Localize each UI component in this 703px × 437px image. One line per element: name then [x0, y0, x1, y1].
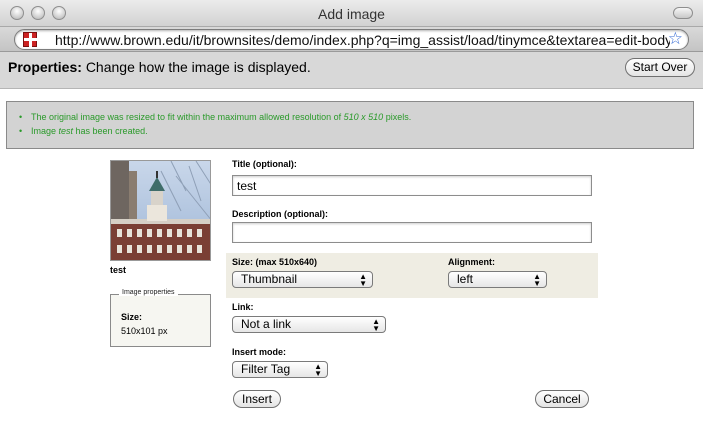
up-down-arrows-icon: ▲ ▼: [372, 317, 380, 333]
properties-subtitle: Change how the image is displayed.: [85, 59, 311, 75]
cancel-button[interactable]: Cancel: [535, 390, 589, 408]
up-down-arrows-icon: ▲ ▼: [533, 272, 541, 288]
size-select-value: Thumbnail: [241, 272, 298, 286]
resize-message: The original image was resized to fit wi…: [19, 110, 693, 124]
properties-bar: Properties: Change how the image is disp…: [0, 52, 703, 89]
image-properties-box: Image properties Size: 510x101 px: [110, 289, 211, 347]
toolbar-toggle-icon[interactable]: [673, 7, 693, 19]
alignment-label: Alignment:: [448, 257, 495, 267]
insert-mode-select[interactable]: Filter Tag ▲ ▼: [232, 361, 328, 378]
address-bar-row: http://www.brown.edu/it/brownsites/demo/…: [0, 27, 703, 52]
up-down-arrows-icon: ▲ ▼: [359, 272, 367, 288]
resolution-value: 510 x 510: [343, 112, 384, 122]
brown-favicon-icon: [23, 32, 38, 48]
title-label: Title (optional):: [232, 159, 297, 169]
alignment-select[interactable]: left ▲ ▼: [448, 271, 547, 288]
insert-button[interactable]: Insert: [233, 390, 281, 408]
window-title: Add image: [318, 6, 385, 22]
image-thumbnail: [110, 160, 211, 261]
size-label: Size:: [121, 312, 143, 322]
url-text[interactable]: http://www.brown.edu/it/brownsites/demo/…: [55, 32, 670, 48]
bookmark-star-icon[interactable]: ☆: [668, 30, 683, 49]
up-down-arrows-icon: ▲ ▼: [314, 362, 322, 378]
status-messages: The original image was resized to fit wi…: [6, 101, 694, 149]
image-name-value: test: [58, 126, 74, 136]
window-titlebar: Add image: [0, 0, 703, 27]
insert-mode-select-value: Filter Tag: [241, 362, 291, 376]
address-bar[interactable]: http://www.brown.edu/it/brownsites/demo/…: [14, 29, 689, 50]
description-input[interactable]: [232, 222, 592, 243]
properties-heading: Properties: Change how the image is disp…: [8, 59, 311, 75]
insert-mode-label: Insert mode:: [232, 347, 287, 357]
properties-label: Properties:: [8, 59, 82, 75]
thumbnail-caption: test: [110, 265, 127, 275]
description-label: Description (optional):: [232, 209, 328, 219]
size-value: 510x101 px: [121, 326, 168, 336]
link-select[interactable]: Not a link ▲ ▼: [232, 316, 386, 333]
size-select[interactable]: Thumbnail ▲ ▼: [232, 271, 373, 288]
title-input[interactable]: test: [232, 175, 592, 196]
image-properties-legend: Image properties: [119, 289, 178, 296]
size-select-label: Size: (max 510x640): [232, 257, 318, 267]
start-over-button[interactable]: Start Over: [625, 58, 695, 77]
link-select-value: Not a link: [241, 317, 292, 331]
created-message: Image test has been created.: [19, 124, 693, 138]
alignment-select-value: left: [457, 272, 474, 286]
link-label: Link:: [232, 302, 254, 312]
